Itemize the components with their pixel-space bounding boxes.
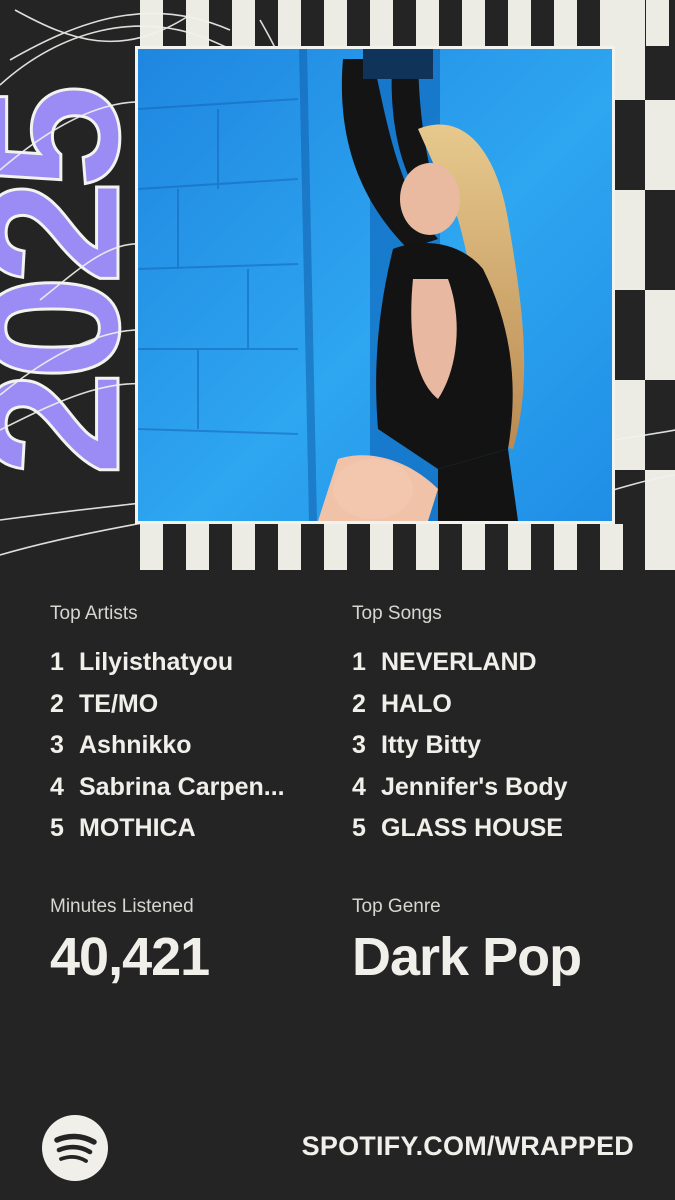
top-songs-heading: Top Songs: [352, 603, 442, 624]
song-row: 3 Itty Bitty: [352, 725, 652, 767]
song-name: NEVERLAND: [381, 648, 537, 677]
stripe: [645, 470, 675, 570]
artist-photo-frame: [135, 46, 615, 524]
stripe: [370, 0, 393, 46]
stripe: [186, 524, 209, 570]
artist-photo: [138, 49, 612, 521]
stripe: [370, 524, 393, 570]
artist-name: TE/MO: [79, 689, 159, 718]
hero-art: 2025: [0, 0, 675, 570]
top-genre: Top Genre Dark Pop: [352, 893, 582, 989]
stripe: [646, 0, 669, 46]
song-name: GLASS HOUSE: [381, 814, 563, 843]
song-name: Itty Bitty: [381, 731, 481, 760]
rank-number: 4: [352, 772, 366, 801]
rank-number: 2: [352, 689, 366, 718]
stripe: [232, 0, 255, 46]
genre-value: Dark Pop: [352, 927, 582, 987]
artist-row: 2 TE/MO: [50, 684, 350, 726]
top-artists-section: Top Artists 1 Lilyisthatyou 2 TE/MO 3 Ashni…: [50, 600, 350, 850]
rank-number: 5: [50, 814, 64, 843]
stripe: [324, 0, 347, 46]
song-row: 2 HALO: [352, 684, 652, 726]
minutes-label: Minutes Listened: [50, 896, 194, 917]
stripe: [554, 524, 577, 570]
song-name: Jennifer's Body: [381, 772, 568, 801]
wrapped-link[interactable]: SPOTIFY.COM/WRAPPED: [302, 1128, 634, 1164]
rank-number: 4: [50, 772, 64, 801]
stripe: [645, 290, 675, 380]
artist-name: MOTHICA: [79, 814, 196, 843]
rank-number: 1: [50, 648, 64, 677]
song-row: 4 Jennifer's Body: [352, 767, 652, 809]
wrapped-card: 2025 Top Artists 1 Lilyisthatyou 2 TE/MO…: [0, 0, 675, 1200]
stripe: [508, 524, 531, 570]
artist-name: Lilyisthatyou: [79, 648, 234, 677]
stripe: [645, 100, 675, 190]
stripe: [232, 524, 255, 570]
song-row: 1 NEVERLAND: [352, 642, 652, 684]
artist-row: 1 Lilyisthatyou: [50, 642, 350, 684]
artist-row: 4 Sabrina Carpen...: [50, 767, 350, 809]
artist-row: 3 Ashnikko: [50, 725, 350, 767]
minutes-listened: Minutes Listened 40,421: [50, 893, 210, 989]
stripe: [615, 0, 645, 100]
stripe: [462, 0, 485, 46]
stripe: [615, 380, 645, 470]
stripe: [462, 524, 485, 570]
stripe: [416, 524, 439, 570]
stripe: [554, 0, 577, 46]
top-artists-list: 1 Lilyisthatyou 2 TE/MO 3 Ashnikko 4 Sabrina…: [50, 642, 350, 850]
stripe: [186, 0, 209, 46]
stripe: [278, 524, 301, 570]
spotify-logo-icon[interactable]: [42, 1115, 108, 1181]
genre-label: Top Genre: [352, 896, 441, 917]
stripe: [416, 0, 439, 46]
stripe: [615, 190, 645, 290]
artist-name: Sabrina Carpen...: [79, 772, 285, 801]
top-songs-section: Top Songs 1 NEVERLAND 2 HALO 3 Itty Bitty 4…: [352, 600, 652, 850]
top-songs-list: 1 NEVERLAND 2 HALO 3 Itty Bitty 4 Jennifer's…: [352, 642, 652, 850]
rank-number: 3: [50, 731, 64, 760]
rank-number: 5: [352, 814, 366, 843]
minutes-value: 40,421: [50, 927, 210, 987]
song-name: HALO: [381, 689, 452, 718]
rank-number: 3: [352, 731, 366, 760]
stripe: [508, 0, 531, 46]
artist-name: Ashnikko: [79, 731, 192, 760]
rank-number: 2: [50, 689, 64, 718]
artist-row: 5 MOTHICA: [50, 808, 350, 850]
song-row: 5 GLASS HOUSE: [352, 808, 652, 850]
stripe: [324, 524, 347, 570]
stripe: [600, 524, 623, 570]
rank-number: 1: [352, 648, 366, 677]
stripe: [278, 0, 301, 46]
top-artists-heading: Top Artists: [50, 603, 138, 624]
